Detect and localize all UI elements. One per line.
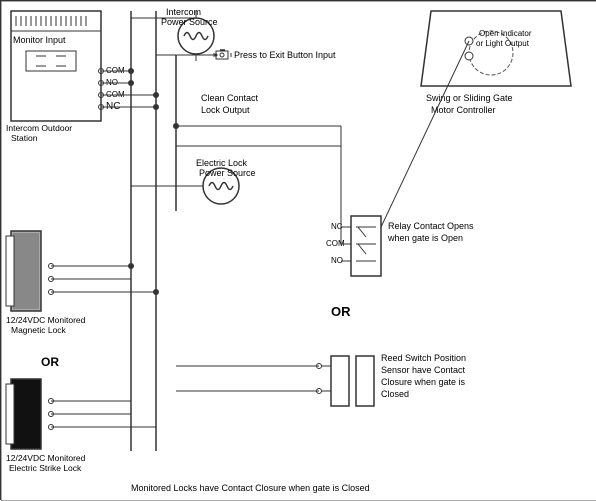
svg-text:or Light Output: or Light Output bbox=[476, 39, 530, 48]
svg-text:Monitor Input: Monitor Input bbox=[13, 35, 66, 45]
svg-text:OR: OR bbox=[331, 304, 351, 319]
svg-text:Power Source: Power Source bbox=[199, 168, 256, 178]
svg-text:Electric Strike Lock: Electric Strike Lock bbox=[9, 463, 82, 473]
svg-text:Swing or Sliding Gate: Swing or Sliding Gate bbox=[426, 93, 513, 103]
svg-text:12/24VDC Monitored: 12/24VDC Monitored bbox=[6, 453, 86, 463]
svg-text:Sensor have Contact: Sensor have Contact bbox=[381, 365, 466, 375]
svg-text:Lock Output: Lock Output bbox=[201, 105, 250, 115]
svg-text:Electric Lock: Electric Lock bbox=[196, 158, 248, 168]
svg-text:Press to Exit Button Input: Press to Exit Button Input bbox=[234, 50, 336, 60]
svg-text:Open Indicator: Open Indicator bbox=[479, 29, 532, 38]
diagram-container: COM NO COM NC Monitor Input Intercom Out… bbox=[0, 0, 596, 500]
svg-text:Magnetic Lock: Magnetic Lock bbox=[11, 325, 67, 335]
svg-text:12/24VDC Monitored: 12/24VDC Monitored bbox=[6, 315, 86, 325]
svg-text:Intercom Outdoor: Intercom Outdoor bbox=[6, 123, 72, 133]
svg-text:Relay Contact Opens: Relay Contact Opens bbox=[388, 221, 474, 231]
svg-text:Station: Station bbox=[11, 133, 38, 143]
svg-text:Motor Controller: Motor Controller bbox=[431, 105, 496, 115]
svg-text:Reed Switch Position: Reed Switch Position bbox=[381, 353, 466, 363]
svg-text:Closed: Closed bbox=[381, 389, 409, 399]
svg-text:when gate is Open: when gate is Open bbox=[387, 233, 463, 243]
svg-text:Clean Contact: Clean Contact bbox=[201, 93, 259, 103]
svg-text:Monitored Locks have Contact C: Monitored Locks have Contact Closure whe… bbox=[131, 483, 370, 493]
svg-text:Closure when gate is: Closure when gate is bbox=[381, 377, 466, 387]
svg-text:OR: OR bbox=[41, 355, 59, 369]
